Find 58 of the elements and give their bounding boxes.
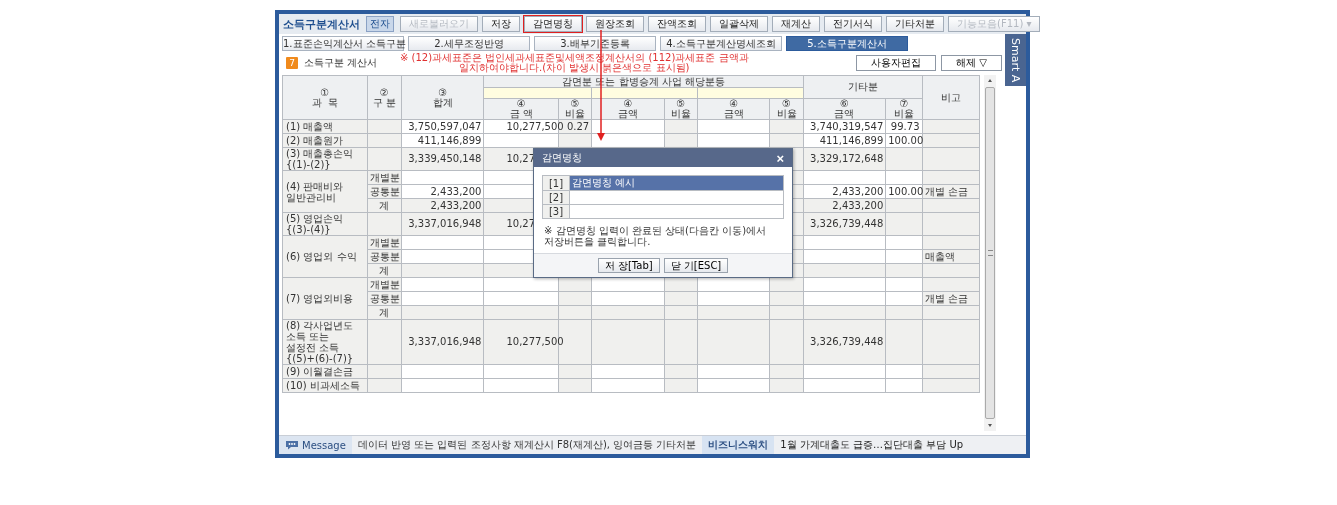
table-cell: 2,433,200 bbox=[401, 184, 484, 199]
toolbar-button[interactable]: 잔액조회 bbox=[648, 16, 706, 32]
section-button[interactable]: 사용자편집 bbox=[856, 55, 937, 71]
dialog-button[interactable]: 저 장[Tab] bbox=[597, 258, 660, 273]
vertical-scrollbar[interactable] bbox=[984, 75, 996, 431]
section-button[interactable]: 해제 ▽ bbox=[941, 55, 1002, 71]
row-label: (5) 영업손익 {(3)-(4)} bbox=[282, 212, 368, 236]
name-input-cell[interactable] bbox=[697, 87, 804, 99]
name-input-cell[interactable] bbox=[483, 87, 592, 99]
window-title: 소득구분계산서 bbox=[283, 16, 360, 32]
table-cell: 411,146,899 bbox=[803, 133, 886, 148]
toolbar-button[interactable]: 저장 bbox=[482, 16, 520, 32]
table-cell: 99.73 bbox=[885, 119, 922, 134]
column-group-header: 기타분 bbox=[803, 75, 922, 99]
name-input-cell[interactable] bbox=[569, 190, 784, 205]
row-number: [1] bbox=[542, 175, 570, 191]
message-title: Message bbox=[302, 439, 346, 451]
toolbar-button[interactable]: 재계산 bbox=[772, 16, 820, 32]
column-header: 비고 bbox=[922, 75, 980, 120]
table-cell: 411,146,899 bbox=[401, 133, 484, 148]
row-label: (7) 영업외비용 bbox=[282, 277, 368, 320]
table-cell: 100.00 bbox=[885, 133, 922, 148]
row-label: (8) 각사업년도 소득 또는 설정전 소득 {(5)+(6)-(7)} bbox=[282, 319, 368, 365]
tab[interactable]: 4.소득구분계산명세조회 bbox=[660, 36, 782, 51]
table-cell: 3,750,597,047 bbox=[401, 119, 484, 134]
dialog-button[interactable]: 닫 기[ESC] bbox=[663, 258, 729, 273]
toolbar-button[interactable]: 감면명칭 bbox=[524, 16, 582, 32]
name-input-cell[interactable] bbox=[569, 204, 784, 219]
close-button[interactable]: × bbox=[776, 151, 784, 165]
section-icon: 7 bbox=[286, 57, 298, 69]
table-cell: 3,326,739,448 bbox=[803, 319, 886, 365]
e-filing-badge: 전자 bbox=[366, 16, 394, 32]
name-input-cell[interactable]: 감면명칭 예시 bbox=[569, 175, 784, 191]
column-header: ① 과 목 bbox=[282, 75, 368, 120]
toolbar-button[interactable]: 전기서식 bbox=[824, 16, 882, 32]
tab[interactable]: 5.소득구분계산서 bbox=[786, 36, 908, 51]
name-input-cell[interactable] bbox=[591, 87, 698, 99]
toolbar-button[interactable]: 기타처분 bbox=[886, 16, 944, 32]
row-label: (4) 판매비와 일반관리비 bbox=[282, 170, 368, 213]
speech-bubble-icon bbox=[285, 440, 299, 450]
toolbar-button[interactable]: 일괄삭제 bbox=[710, 16, 768, 32]
news-source: 비즈니스워치 bbox=[702, 436, 775, 454]
toolbar-button[interactable]: 원장조회 bbox=[586, 16, 644, 32]
status-message: 데이터 반영 또는 입력된 조정사항 재계산시 F8(재계산), 잉여금등 기타처분 bbox=[357, 438, 697, 452]
section-title: 소득구분 계산서 bbox=[304, 56, 379, 70]
row-label: (6) 영업외 수익 bbox=[282, 235, 368, 278]
tab[interactable]: 2.세무조정반영 bbox=[408, 36, 530, 51]
column-header: ② 구 분 bbox=[367, 75, 402, 120]
column-header: ③ 합계 bbox=[401, 75, 484, 120]
table-cell: 3,337,016,948 bbox=[401, 319, 484, 365]
table-cell: 100.00 bbox=[885, 184, 922, 199]
tab[interactable]: 1.표준손익계산서 소득구분 bbox=[282, 36, 404, 51]
scrollbar-thumb[interactable] bbox=[985, 87, 995, 419]
table-cell: 2,433,200 bbox=[803, 184, 886, 199]
row-label: (3) 매출총손익 {(1)-(2)} bbox=[282, 147, 368, 171]
news-link[interactable]: 1월 가계대출도 급증…집단대출 부담 Up bbox=[780, 438, 964, 452]
table-cell: 3,740,319,547 bbox=[803, 119, 886, 134]
side-tab[interactable]: Smart A bbox=[1005, 34, 1026, 86]
